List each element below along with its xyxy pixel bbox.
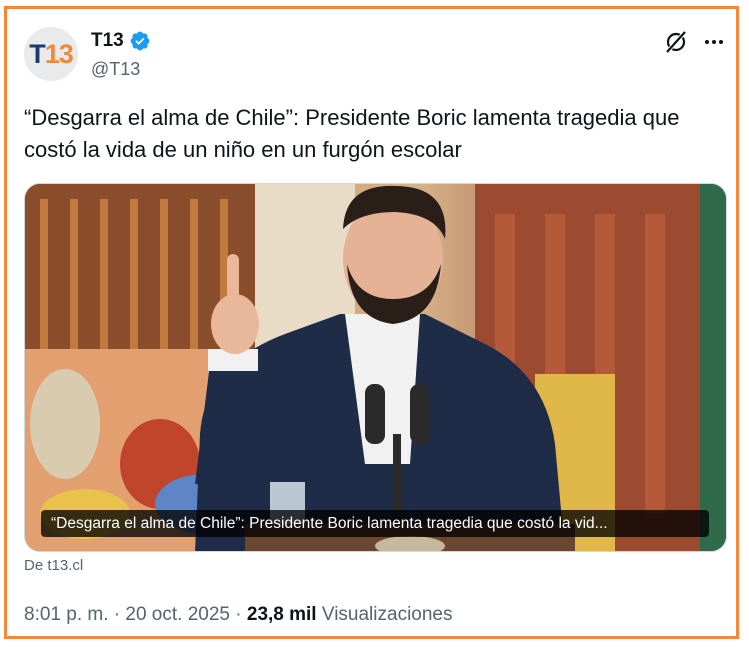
views-count: 23,8 mil [246,604,317,625]
card-title: “Desgarra el alma de Chile”: Presidente … [41,510,709,537]
user-handle[interactable]: @T13 [91,59,140,80]
grok-icon[interactable] [663,29,689,55]
card-source-link[interactable]: De t13.cl [24,557,83,574]
avatar-logo-number: 13 [44,38,74,69]
tweet-date[interactable]: 20 oct. 2025 [125,604,230,625]
more-icon[interactable] [701,29,727,55]
meta-separator: · [235,604,242,625]
avatar-logo-letter: T [29,38,45,69]
display-name[interactable]: T13 [91,30,151,52]
tweet-meta: 8:01 p. m. · 20 oct. 2025 · 23,8 mil Vis… [24,604,453,626]
views-label: Visualizaciones [321,604,453,625]
card-image [25,184,726,551]
verified-badge-icon [130,31,150,51]
tweet-text: “Desgarra el alma de Chile”: Presidente … [24,105,680,162]
avatar[interactable]: T 13 [24,27,78,81]
tweet-time[interactable]: 8:01 p. m. [24,604,109,625]
link-card[interactable]: “Desgarra el alma de Chile”: Presidente … [24,183,727,552]
meta-separator: · [113,604,121,625]
display-name-text: T13 [91,30,124,51]
tweet-container: T 13 T13 @T13 “Desgarra el alma de Chile”… [4,6,739,639]
